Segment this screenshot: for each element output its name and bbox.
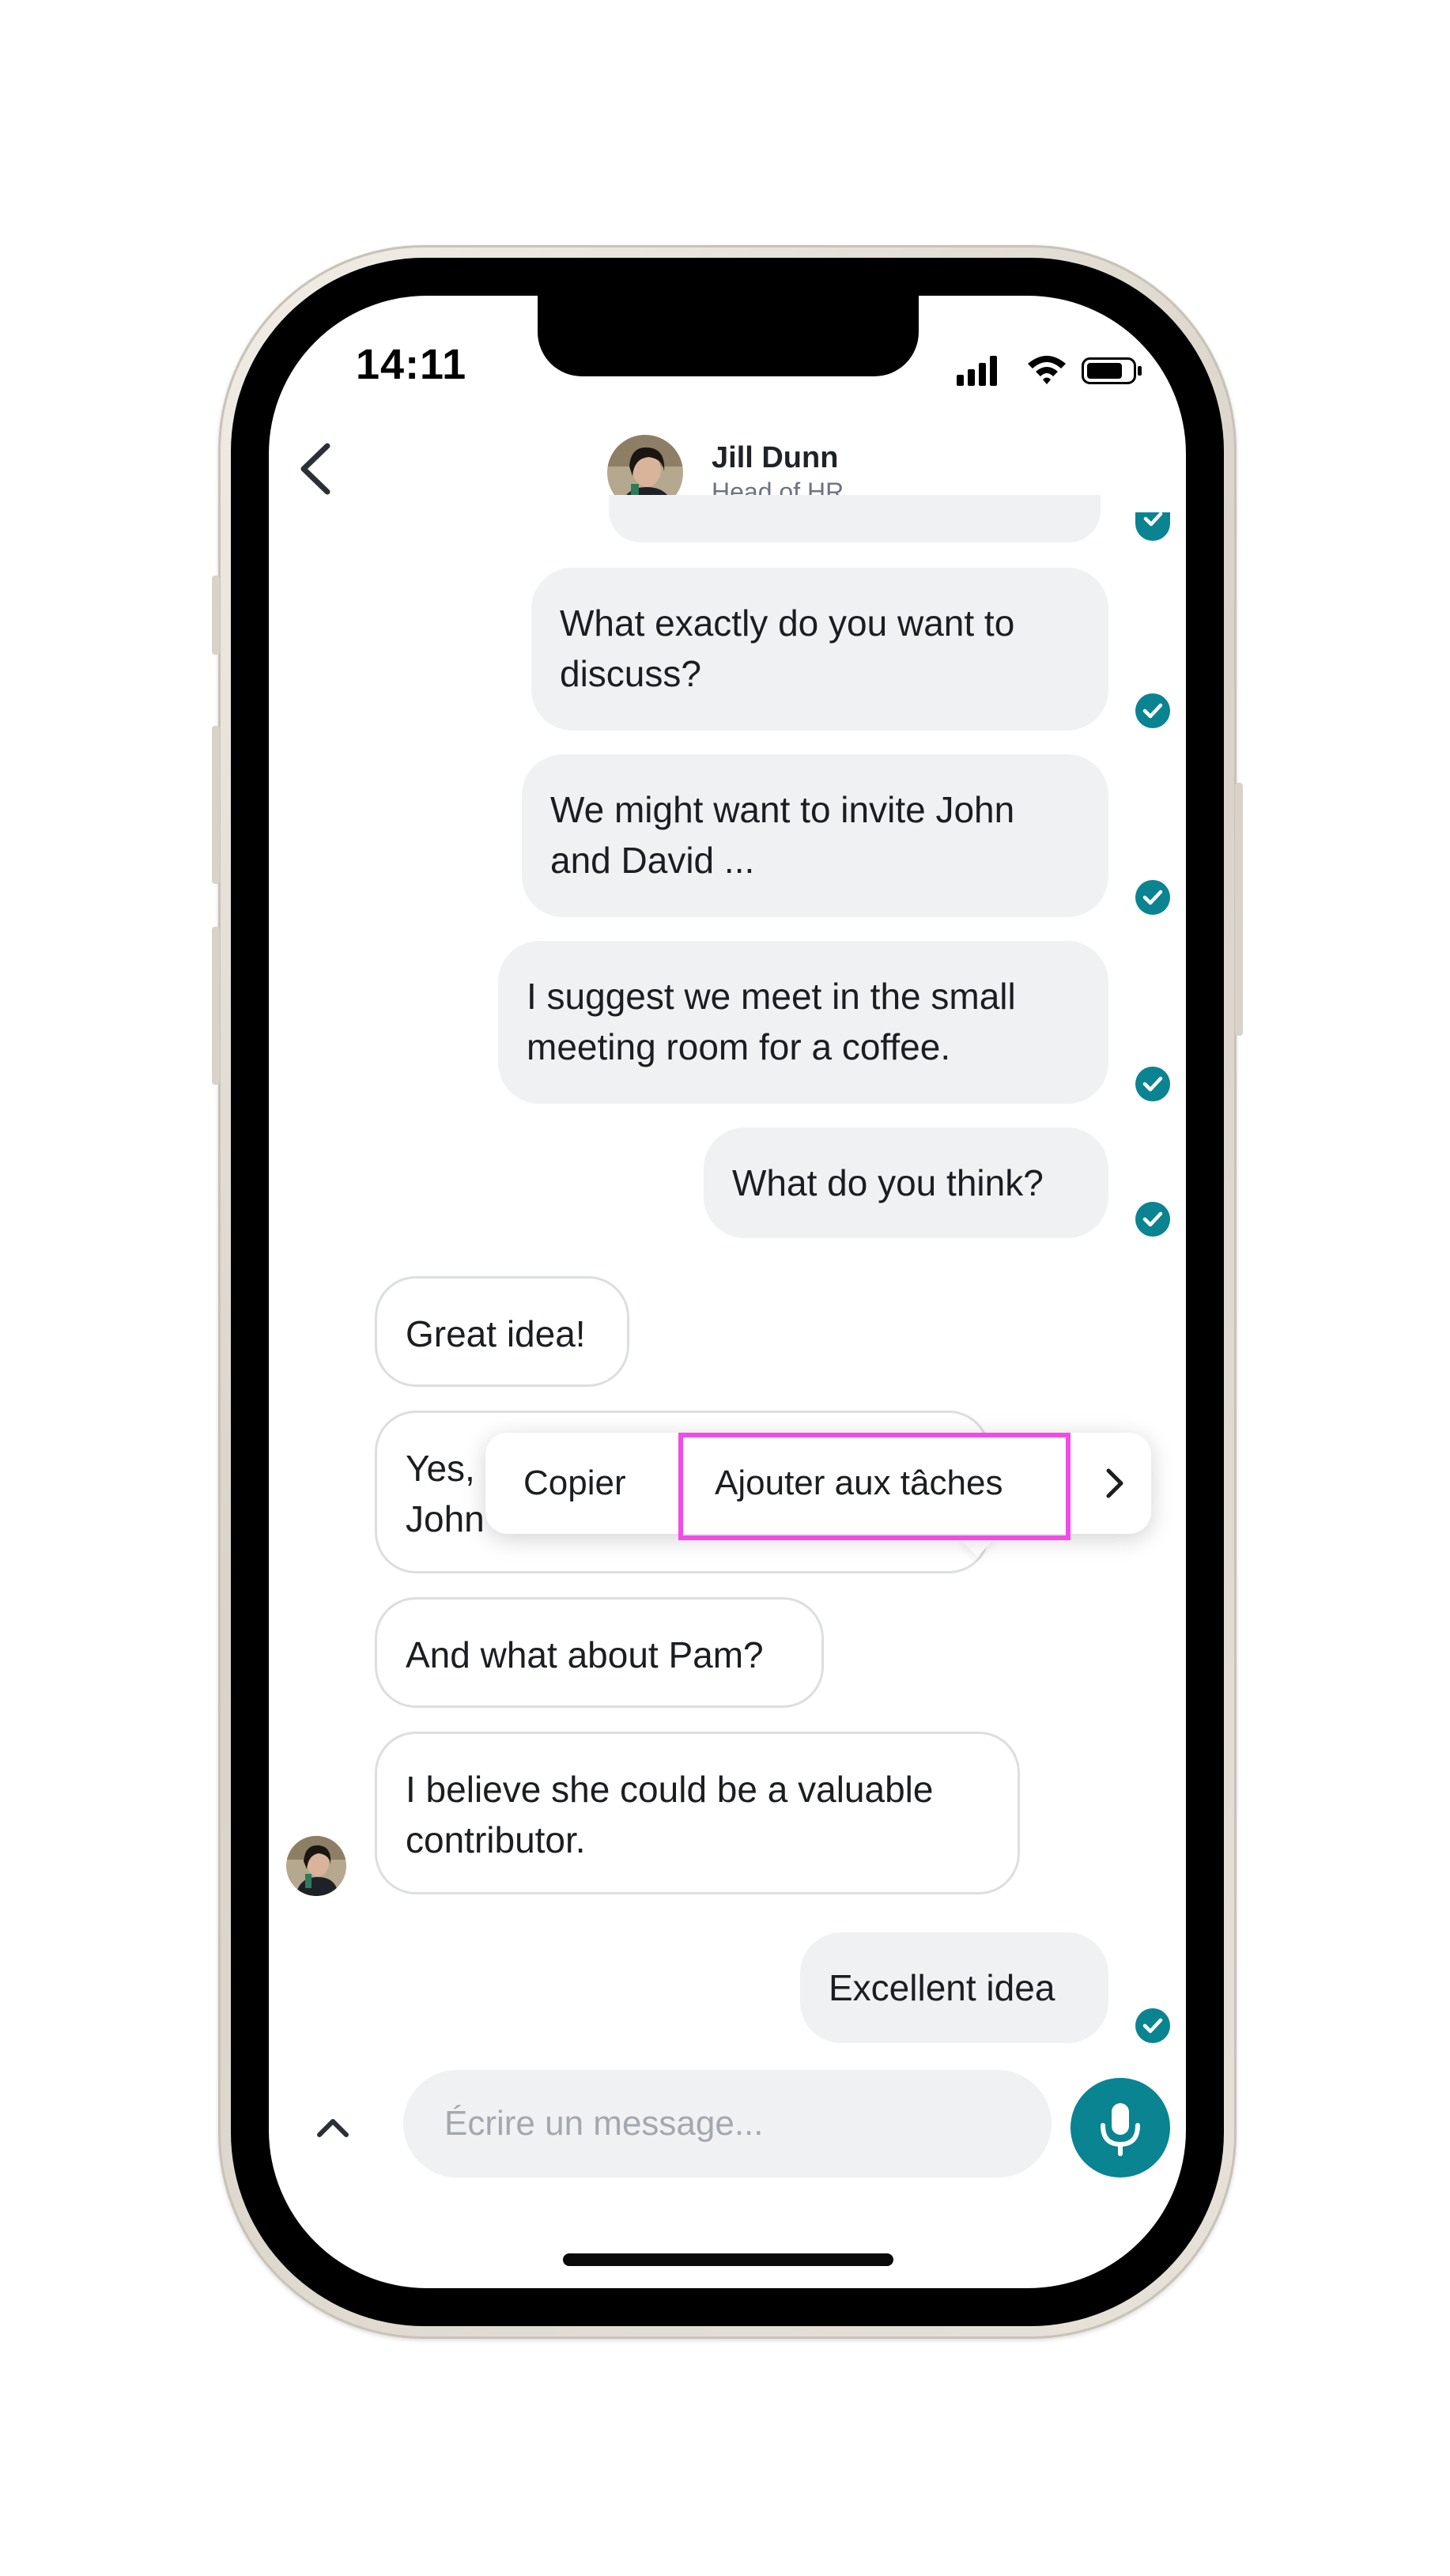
context-menu: Copier Ajouter aux tâches: [485, 1433, 1151, 1534]
contact-name: Jill Dunn: [712, 441, 839, 474]
wifi-icon: [1028, 356, 1066, 384]
add-to-tasks-menu-item[interactable]: Ajouter aux tâches: [715, 1433, 1003, 1534]
message-bubble-outgoing[interactable]: Excellent idea: [800, 1932, 1108, 2043]
check-icon: [1135, 512, 1170, 541]
message-bubble-incoming[interactable]: Great idea!: [375, 1276, 629, 1387]
check-icon: [1135, 693, 1170, 728]
notch: [538, 296, 919, 376]
battery-icon: [1082, 357, 1142, 384]
microphone-icon: [1101, 2103, 1140, 2156]
copy-menu-item[interactable]: Copier: [523, 1433, 626, 1534]
mute-switch: [212, 576, 220, 655]
chevron-up-icon[interactable]: [315, 2111, 351, 2143]
message-bubble-outgoing[interactable]: I suggest we meet in the small meeting r…: [498, 941, 1108, 1104]
message-bubble-outgoing[interactable]: What exactly do you want to discuss?: [531, 568, 1108, 731]
signal-icon: [957, 356, 997, 386]
home-indicator[interactable]: [563, 2253, 893, 2266]
volume-down-button: [212, 927, 220, 1085]
check-icon: [1135, 880, 1170, 915]
check-icon: [1135, 1067, 1170, 1101]
message-bubble-incoming[interactable]: And what about Pam?: [375, 1597, 824, 1708]
volume-up-button: [212, 726, 220, 884]
status-icons: [957, 356, 1142, 386]
check-icon: [1135, 1202, 1170, 1237]
message-bubble-incoming[interactable]: I believe she could be a valuable contri…: [375, 1732, 1020, 1894]
message-bubble-partial[interactable]: [609, 495, 1101, 542]
check-icon: [1135, 2008, 1170, 2043]
chevron-right-icon[interactable]: [1099, 1464, 1131, 1502]
chevron-left-icon[interactable]: [294, 440, 337, 498]
power-button: [1235, 783, 1243, 1036]
avatar[interactable]: [286, 1836, 346, 1896]
message-input[interactable]: Écrire un message...: [403, 2070, 1052, 2178]
message-bubble-outgoing[interactable]: We might want to invite John and David .…: [522, 754, 1108, 917]
status-time: 14:11: [356, 341, 467, 388]
message-bubble-outgoing[interactable]: What do you think?: [704, 1127, 1108, 1238]
microphone-button[interactable]: [1071, 2078, 1170, 2178]
